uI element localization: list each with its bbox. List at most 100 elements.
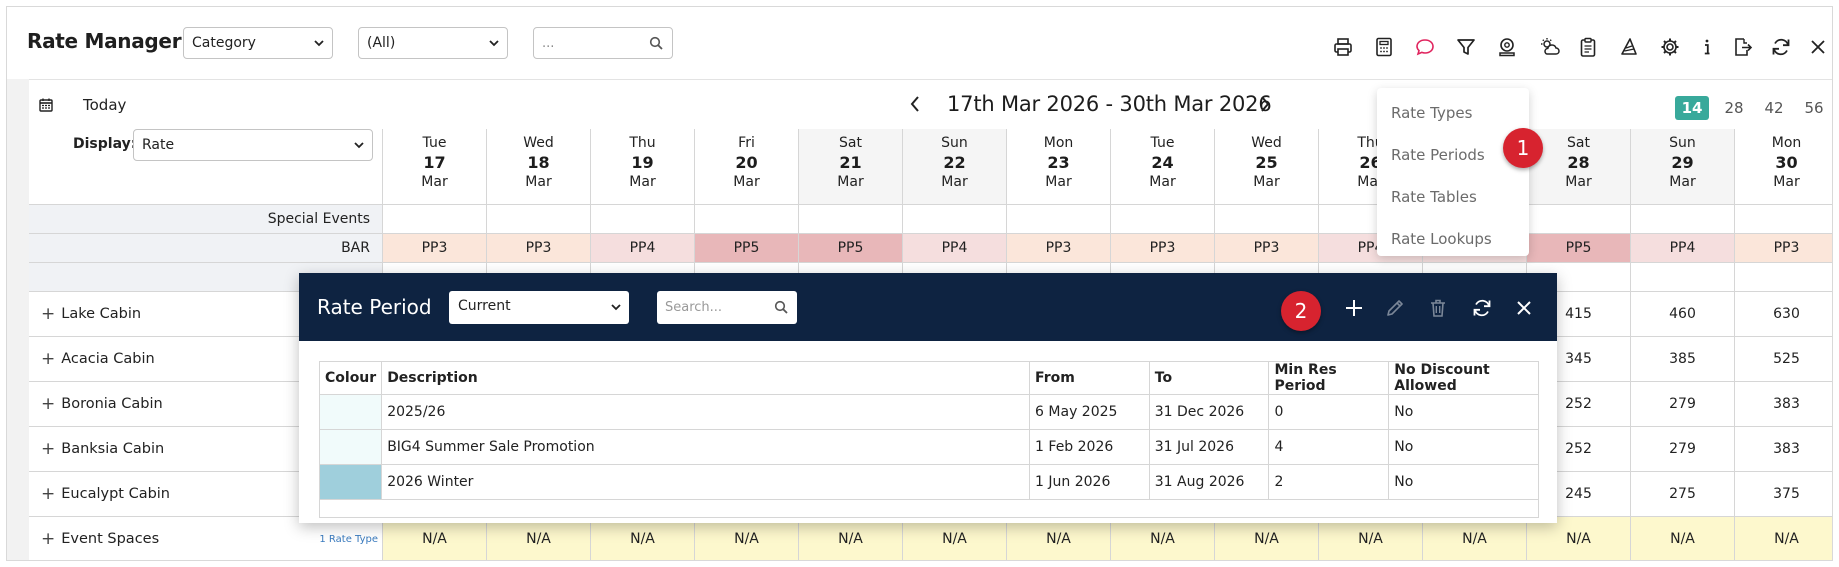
bar-cell[interactable]: PP3 — [487, 234, 591, 263]
special-event-cell[interactable] — [695, 205, 799, 234]
bar-cell[interactable]: PP4 — [903, 234, 1007, 263]
table-row[interactable]: 2026 Winter 1 Jun 2026 31 Aug 2026 2 No — [318, 464, 1539, 500]
special-event-cell[interactable] — [1215, 205, 1319, 234]
special-event-cell[interactable] — [591, 205, 695, 234]
filter-icon[interactable] — [1453, 34, 1479, 60]
col-from[interactable]: From — [1029, 361, 1150, 395]
span-14-button[interactable]: 14 — [1675, 96, 1709, 120]
col-to[interactable]: To — [1148, 361, 1270, 395]
ruler-icon[interactable] — [1616, 34, 1642, 60]
event-space-cell[interactable]: N/A — [1423, 517, 1527, 560]
previous-period-button[interactable] — [909, 94, 921, 119]
modal-search-input[interactable]: Search... — [657, 291, 797, 324]
rate-cell[interactable]: 275 — [1631, 472, 1735, 517]
rate-cell[interactable]: 375 — [1735, 472, 1832, 517]
event-space-cell[interactable]: N/A — [1215, 517, 1319, 560]
bar-cell[interactable]: PP5 — [1527, 234, 1631, 263]
event-space-cell[interactable]: N/A — [591, 517, 695, 560]
rate-cell[interactable]: 630 — [1735, 292, 1832, 337]
bar-cell[interactable]: PP5 — [799, 234, 903, 263]
span-56-button[interactable]: 56 — [1797, 96, 1831, 120]
refresh-icon[interactable] — [1768, 34, 1794, 60]
chat-icon[interactable] — [1412, 34, 1438, 60]
expand-plus-icon[interactable]: + — [41, 349, 55, 369]
calculator-icon[interactable] — [1371, 34, 1397, 60]
rate-cell[interactable]: 279 — [1631, 382, 1735, 427]
bar-cell[interactable]: PP3 — [383, 234, 487, 263]
close-icon[interactable] — [1805, 34, 1831, 60]
expand-plus-icon[interactable]: + — [41, 529, 55, 549]
special-event-cell[interactable] — [1527, 205, 1631, 234]
rate-cell[interactable]: 383 — [1735, 427, 1832, 472]
menu-item-rate-tables[interactable]: Rate Tables — [1391, 188, 1477, 206]
event-space-cell[interactable]: N/A — [1735, 517, 1832, 560]
event-space-cell[interactable]: N/A — [1631, 517, 1735, 560]
rate-cell[interactable]: 385 — [1631, 337, 1735, 382]
col-colour[interactable]: Colour — [318, 361, 383, 395]
export-icon[interactable] — [1729, 34, 1755, 60]
rates-icon[interactable] — [1494, 34, 1520, 60]
bar-cell[interactable]: PP3 — [1007, 234, 1111, 263]
gear-icon[interactable] — [1657, 34, 1683, 60]
modal-refresh-button[interactable] — [1469, 295, 1495, 321]
event-space-cell[interactable]: N/A — [1007, 517, 1111, 560]
display-select[interactable]: Rate — [133, 129, 373, 161]
special-event-cell[interactable] — [1007, 205, 1111, 234]
today-button[interactable]: Today — [83, 96, 126, 114]
special-event-cell[interactable] — [799, 205, 903, 234]
special-event-cell[interactable] — [487, 205, 591, 234]
menu-item-rate-types[interactable]: Rate Types — [1391, 104, 1472, 122]
expand-plus-icon[interactable]: + — [41, 394, 55, 414]
special-event-cell[interactable] — [1735, 205, 1832, 234]
rate-cell[interactable]: 383 — [1735, 382, 1832, 427]
menu-item-rate-lookups[interactable]: Rate Lookups — [1391, 230, 1492, 248]
calendar-icon[interactable] — [39, 98, 53, 112]
rate-type-count[interactable]: 1 Rate Type — [319, 534, 378, 545]
bar-cell[interactable]: PP3 — [1111, 234, 1215, 263]
event-space-cell[interactable]: N/A — [799, 517, 903, 560]
event-spaces-row-label[interactable]: + Event Spaces 1 Rate Type — [29, 517, 383, 560]
event-space-cell[interactable]: N/A — [1527, 517, 1631, 560]
special-event-cell[interactable] — [1631, 205, 1735, 234]
table-row[interactable]: 2025/26 6 May 2025 31 Dec 2026 0 No — [318, 394, 1539, 430]
event-space-cell[interactable]: N/A — [695, 517, 799, 560]
delete-button[interactable] — [1425, 295, 1451, 321]
info-icon[interactable] — [1694, 34, 1720, 60]
bar-cell[interactable]: PP3 — [1215, 234, 1319, 263]
search-input[interactable]: ... — [533, 27, 673, 59]
rate-cell[interactable]: 525 — [1735, 337, 1832, 382]
event-space-cell[interactable]: N/A — [1111, 517, 1215, 560]
rate-cell[interactable]: 279 — [1631, 427, 1735, 472]
menu-item-rate-periods[interactable]: Rate Periods — [1391, 146, 1485, 164]
span-42-button[interactable]: 42 — [1757, 96, 1791, 120]
span-28-button[interactable]: 28 — [1717, 96, 1751, 120]
event-space-cell[interactable]: N/A — [487, 517, 591, 560]
add-button[interactable] — [1341, 295, 1367, 321]
bar-cell[interactable]: PP4 — [1631, 234, 1735, 263]
table-row[interactable]: BIG4 Summer Sale Promotion 1 Feb 2026 31 J… — [318, 429, 1539, 465]
event-space-cell[interactable]: N/A — [903, 517, 1007, 560]
expand-plus-icon[interactable]: + — [41, 439, 55, 459]
weather-icon[interactable] — [1537, 34, 1563, 60]
special-event-cell[interactable] — [383, 205, 487, 234]
col-min-res-period[interactable]: Min Res Period — [1268, 361, 1390, 395]
category-select[interactable]: Category — [183, 27, 333, 59]
col-no-discount[interactable]: No Discount Allowed — [1388, 361, 1539, 395]
period-filter-select[interactable]: Current — [449, 291, 629, 324]
clipboard-icon[interactable] — [1575, 34, 1601, 60]
event-space-cell[interactable]: N/A — [1319, 517, 1423, 560]
print-icon[interactable] — [1330, 34, 1356, 60]
next-period-button[interactable] — [1259, 94, 1271, 119]
all-select[interactable]: (All) — [358, 27, 508, 59]
col-description[interactable]: Description — [381, 361, 1031, 395]
expand-plus-icon[interactable]: + — [41, 484, 55, 504]
bar-cell[interactable]: PP4 — [591, 234, 695, 263]
edit-button[interactable] — [1382, 295, 1408, 321]
expand-plus-icon[interactable]: + — [41, 304, 55, 324]
special-event-cell[interactable] — [903, 205, 1007, 234]
modal-close-button[interactable] — [1511, 295, 1537, 321]
special-event-cell[interactable] — [1111, 205, 1215, 234]
bar-cell[interactable]: PP3 — [1735, 234, 1832, 263]
rate-cell[interactable]: 460 — [1631, 292, 1735, 337]
event-space-cell[interactable]: N/A — [383, 517, 487, 560]
